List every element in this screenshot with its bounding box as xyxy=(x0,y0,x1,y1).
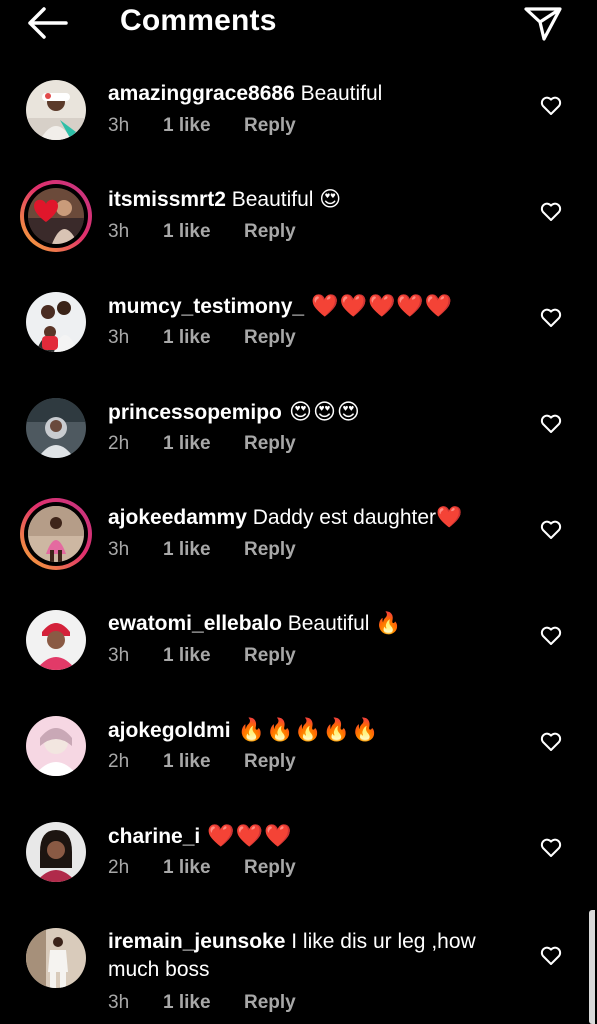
comment-time: 2h xyxy=(108,433,130,454)
comment-item: charine_i ❤️❤️❤️ 2h 1 like Reply xyxy=(0,822,597,928)
heart-icon[interactable] xyxy=(540,732,562,752)
reply-button[interactable]: Reply xyxy=(244,115,296,137)
heart-icon[interactable] xyxy=(540,308,562,328)
reply-button[interactable]: Reply xyxy=(244,992,296,1014)
comment-item: ajokeedammy Daddy est daughter❤️ 3h 1 li… xyxy=(0,498,597,610)
comment-time: 3h xyxy=(108,992,130,1013)
comment-text: Beautiful xyxy=(294,82,383,105)
comment-time: 3h xyxy=(108,327,130,348)
heart-icon[interactable] xyxy=(540,96,562,116)
comment-time: 3h xyxy=(108,645,130,666)
comment-username[interactable]: itsmissmrt2 xyxy=(108,188,226,211)
comment-item: iremain_jeunsoke I like dis ur leg ,how … xyxy=(0,928,597,1024)
like-count[interactable]: 1 like xyxy=(163,645,211,667)
like-count[interactable]: 1 like xyxy=(163,115,211,137)
comment-time: 3h xyxy=(108,221,130,242)
comment-text: Daddy est daughter❤️ xyxy=(246,506,463,529)
avatar[interactable] xyxy=(26,716,86,776)
reply-button[interactable]: Reply xyxy=(244,327,296,349)
comment-username[interactable]: iremain_jeunsoke xyxy=(108,930,285,953)
arrow-left-icon[interactable] xyxy=(26,6,68,40)
comment-username[interactable]: charine_i xyxy=(108,825,200,848)
reply-button[interactable]: Reply xyxy=(244,433,296,455)
like-count[interactable]: 1 like xyxy=(163,857,211,879)
like-count[interactable]: 1 like xyxy=(163,327,211,349)
comment-item: mumcy_testimony_ ❤️❤️❤️❤️❤️ 3h 1 like Re… xyxy=(0,292,597,398)
comment-item: princessopemipo 😍😍😍 2h 1 like Reply xyxy=(0,398,597,504)
comment-text: Beautiful 😍 xyxy=(225,188,342,211)
reply-button[interactable]: Reply xyxy=(244,857,296,879)
comment-time: 2h xyxy=(108,857,130,878)
comment-text: ❤️❤️❤️❤️❤️ xyxy=(304,293,454,318)
heart-icon[interactable] xyxy=(540,946,562,966)
like-count[interactable]: 1 like xyxy=(163,992,211,1014)
reply-button[interactable]: Reply xyxy=(244,645,296,667)
avatar[interactable] xyxy=(26,822,86,882)
like-count[interactable]: 1 like xyxy=(163,539,211,561)
comment-username[interactable]: ajokeedammy xyxy=(108,506,247,529)
avatar[interactable] xyxy=(26,610,86,670)
comment-text: 🔥🔥🔥🔥🔥 xyxy=(230,717,380,742)
comment-username[interactable]: princessopemipo xyxy=(108,401,282,424)
comment-username[interactable]: ewatomi_ellebalo xyxy=(108,612,282,635)
comment-item: ajokegoldmi 🔥🔥🔥🔥🔥 2h 1 like Reply xyxy=(0,716,597,822)
like-count[interactable]: 1 like xyxy=(163,751,211,773)
comment-text: 😍😍😍 xyxy=(281,399,361,424)
paper-plane-icon[interactable] xyxy=(522,4,564,42)
comment-username[interactable]: amazinggrace8686 xyxy=(108,82,295,105)
like-count[interactable]: 1 like xyxy=(163,433,211,455)
avatar[interactable] xyxy=(26,292,86,352)
comment-item: itsmissmrt2 Beautiful 😍 3h 1 like Reply xyxy=(0,180,597,292)
comment-text: Beautiful 🔥 xyxy=(281,612,402,635)
page-title: Comments xyxy=(120,4,277,37)
comment-item: amazinggrace8686 Beautiful 3h 1 like Rep… xyxy=(0,80,597,186)
header-bar: Comments xyxy=(0,0,597,46)
reply-button[interactable]: Reply xyxy=(244,751,296,773)
comment-item: ewatomi_ellebalo Beautiful 🔥 3h 1 like R… xyxy=(0,610,597,716)
heart-icon[interactable] xyxy=(540,838,562,858)
avatar[interactable] xyxy=(26,928,86,988)
heart-icon[interactable] xyxy=(540,202,562,222)
heart-icon[interactable] xyxy=(540,520,562,540)
comment-time: 2h xyxy=(108,751,130,772)
avatar[interactable] xyxy=(26,80,86,140)
reply-button[interactable]: Reply xyxy=(244,221,296,243)
comment-text: ❤️❤️❤️ xyxy=(200,823,293,848)
comment-time: 3h xyxy=(108,115,130,136)
scrollbar[interactable] xyxy=(589,910,595,1024)
avatar[interactable] xyxy=(20,180,92,252)
avatar[interactable] xyxy=(26,398,86,458)
heart-icon[interactable] xyxy=(540,414,562,434)
reply-button[interactable]: Reply xyxy=(244,539,296,561)
comment-username[interactable]: mumcy_testimony_ xyxy=(108,295,304,318)
comment-time: 3h xyxy=(108,539,130,560)
heart-icon[interactable] xyxy=(540,626,562,646)
comment-username[interactable]: ajokegoldmi xyxy=(108,719,231,742)
avatar[interactable] xyxy=(20,498,92,570)
like-count[interactable]: 1 like xyxy=(163,221,211,243)
